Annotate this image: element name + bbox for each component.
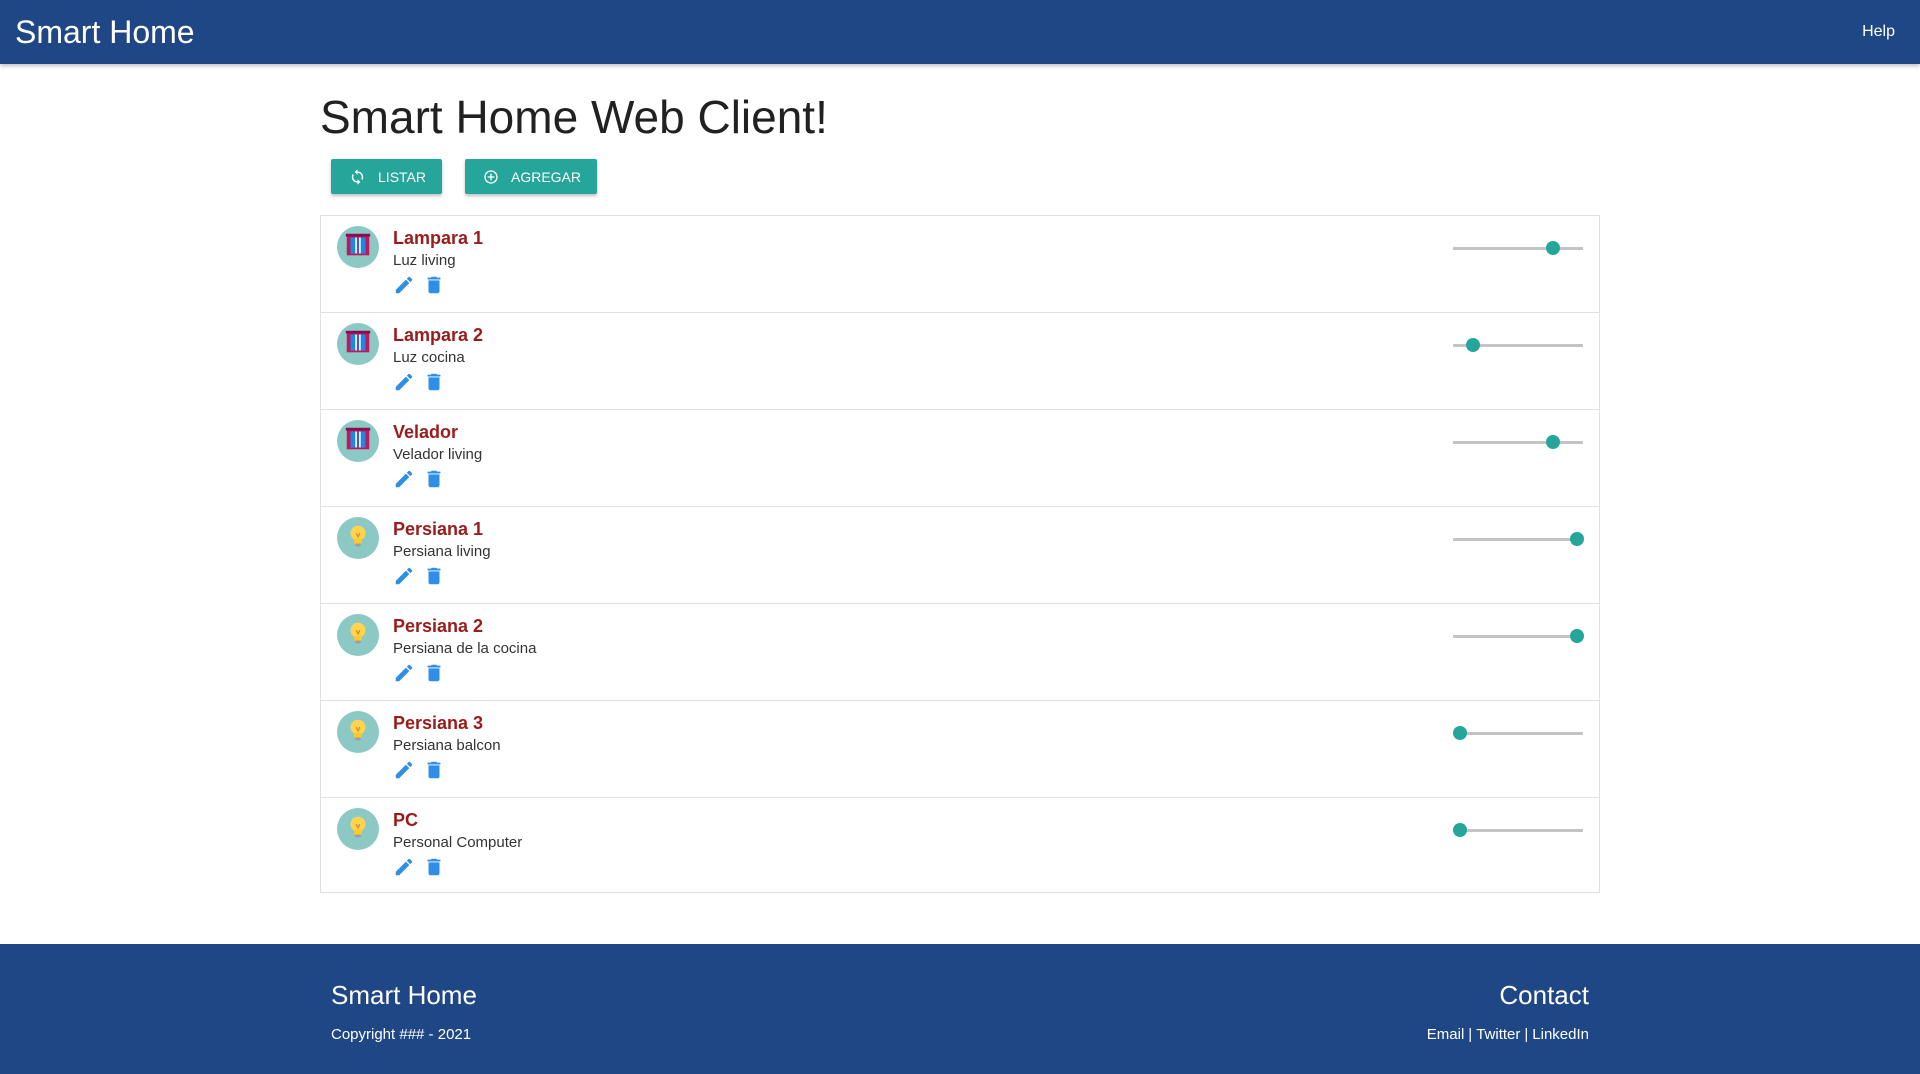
add-circle-icon [484, 169, 498, 184]
device-item: PC Personal Computer [321, 798, 1599, 892]
device-name: Persiana 2 [393, 616, 484, 636]
device-item: Persiana 2 Persiana de la cocina [321, 604, 1599, 701]
device-avatar [337, 420, 379, 462]
delete-trash-icon[interactable] [423, 274, 445, 296]
lightbulb-icon [343, 812, 373, 847]
device-avatar [337, 711, 379, 753]
device-description: Persiana balcon [393, 737, 501, 754]
device-actions [393, 274, 445, 296]
device-actions [393, 565, 445, 587]
edit-pencil-icon[interactable] [393, 662, 415, 684]
device-actions [393, 468, 445, 490]
slider-track [1453, 829, 1583, 832]
delete-trash-icon[interactable] [423, 662, 445, 684]
listar-button[interactable]: LISTAR [331, 159, 442, 194]
agregar-button[interactable]: AGREGAR [465, 159, 597, 194]
edit-pencil-icon[interactable] [393, 759, 415, 781]
slider-thumb[interactable] [1546, 435, 1561, 449]
slider-track [1453, 538, 1583, 541]
device-description: Persiana living [393, 543, 491, 560]
slider-track [1453, 732, 1583, 735]
top-navbar: Smart Home Help [0, 0, 1920, 64]
footer-links: Email | Twitter | LinkedIn [1427, 1026, 1589, 1043]
window-icon [343, 327, 373, 362]
slider-track [1453, 247, 1583, 250]
delete-trash-icon[interactable] [423, 565, 445, 587]
device-name: Lampara 1 [393, 228, 484, 248]
device-avatar [337, 226, 379, 268]
device-level-slider[interactable] [1452, 725, 1583, 741]
edit-pencil-icon[interactable] [393, 371, 415, 393]
device-actions [393, 371, 445, 393]
device-name: Persiana 1 [393, 519, 484, 539]
edit-pencil-icon[interactable] [393, 565, 415, 587]
edit-pencil-icon[interactable] [393, 856, 415, 878]
slider-thumb[interactable] [1452, 823, 1467, 837]
page-footer: Smart Home Copyright ### - 2021 Contact … [0, 944, 1920, 1074]
device-avatar [337, 614, 379, 656]
delete-trash-icon[interactable] [423, 468, 445, 490]
device-name: Persiana 3 [393, 713, 484, 733]
footer-link-twitter[interactable]: Twitter [1476, 1026, 1520, 1043]
device-level-slider[interactable] [1453, 337, 1583, 353]
device-name: PC [393, 810, 419, 830]
device-description: Personal Computer [393, 834, 523, 851]
device-item: Velador Velador living [321, 410, 1599, 507]
device-item: Lampara 2 Luz cocina [321, 313, 1599, 410]
device-avatar [337, 517, 379, 559]
lightbulb-icon [343, 715, 373, 750]
delete-trash-icon[interactable] [423, 371, 445, 393]
footer-separator: | [1468, 1026, 1473, 1043]
window-icon [343, 230, 373, 265]
help-link[interactable]: Help [1862, 23, 1905, 41]
refresh-icon [351, 168, 364, 185]
device-description: Persiana de la cocina [393, 640, 537, 657]
device-level-slider[interactable] [1453, 240, 1583, 256]
device-level-slider[interactable] [1453, 434, 1583, 450]
edit-pencil-icon[interactable] [393, 274, 415, 296]
device-item: Lampara 1 Luz living [321, 216, 1599, 313]
footer-contact-title: Contact [1499, 980, 1589, 1010]
device-avatar [337, 808, 379, 850]
window-icon [343, 424, 373, 459]
action-toolbar: LISTAR AGREGAR [331, 159, 597, 194]
edit-pencil-icon[interactable] [393, 468, 415, 490]
slider-thumb[interactable] [1569, 532, 1584, 546]
device-level-slider[interactable] [1452, 822, 1583, 838]
footer-link-email[interactable]: Email [1427, 1026, 1465, 1043]
delete-trash-icon[interactable] [423, 759, 445, 781]
slider-track [1453, 441, 1583, 444]
device-actions [393, 759, 445, 781]
device-level-slider[interactable] [1453, 628, 1584, 644]
footer-copyright: Copyright ### - 2021 [331, 1026, 472, 1043]
device-list: Lampara 1 Luz living Lampara 2 Luz cocina … [320, 215, 1600, 893]
lightbulb-icon [343, 618, 373, 653]
slider-thumb[interactable] [1465, 338, 1480, 352]
device-description: Luz cocina [393, 349, 465, 366]
footer-link-linkedin[interactable]: LinkedIn [1532, 1026, 1589, 1043]
device-item: Persiana 3 Persiana balcon [321, 701, 1599, 798]
device-avatar [337, 323, 379, 365]
listar-button-label: LISTAR [378, 168, 426, 185]
device-description: Luz living [393, 252, 456, 269]
device-name: Velador [393, 422, 459, 442]
device-description: Velador living [393, 446, 483, 463]
lightbulb-icon [343, 521, 373, 556]
slider-thumb[interactable] [1546, 241, 1561, 255]
footer-brand: Smart Home [331, 980, 477, 1010]
device-level-slider[interactable] [1453, 531, 1584, 547]
agregar-button-label: AGREGAR [510, 168, 581, 185]
slider-thumb[interactable] [1569, 629, 1584, 643]
footer-separator: | [1524, 1026, 1529, 1043]
slider-thumb[interactable] [1452, 726, 1467, 740]
device-item: Persiana 1 Persiana living [321, 507, 1599, 604]
brand-logo-text[interactable]: Smart Home [15, 14, 195, 51]
device-name: Lampara 2 [393, 325, 484, 345]
device-actions [393, 856, 445, 878]
device-actions [393, 662, 445, 684]
delete-trash-icon[interactable] [423, 856, 445, 878]
slider-track [1453, 635, 1583, 638]
page-title: Smart Home Web Client! [320, 91, 828, 143]
